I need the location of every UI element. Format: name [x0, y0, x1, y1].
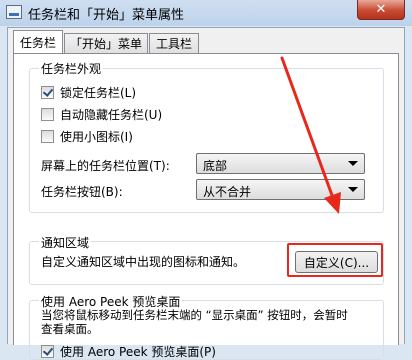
auto-hide-option[interactable]: 自动隐藏任务栏(U): [41, 106, 162, 123]
taskbar-buttons-value: 从不合并: [203, 185, 252, 199]
taskbar-appearance-title: 任务栏外观: [39, 60, 104, 77]
aero-peek-label: 使用 Aero Peek 预览桌面(P): [60, 345, 216, 359]
annotation-highlight-box: [287, 243, 383, 277]
lock-taskbar-checkbox[interactable]: [41, 86, 54, 99]
small-icons-option[interactable]: 使用小图标(I): [41, 128, 133, 145]
aero-peek-option[interactable]: 使用 Aero Peek 预览桌面(P): [41, 343, 216, 360]
notification-area-description: 自定义通知区域中出现的图标和通知。: [41, 255, 246, 269]
window-icon: [6, 5, 22, 19]
title-bar: 任务栏和「开始」菜单属性 ✕: [0, 0, 412, 26]
dialog-body: 任务栏 「开始」菜单 工具栏 任务栏外观 锁定任务栏(L) 自动隐藏任务栏(U)…: [7, 27, 405, 360]
aero-peek-description-line2: 查看桌面。: [41, 322, 99, 336]
auto-hide-checkbox[interactable]: [41, 108, 54, 121]
chevron-down-icon: [348, 161, 358, 166]
window-title: 任务栏和「开始」菜单属性: [28, 8, 185, 23]
taskbar-location-label: 屏幕上的任务栏位置(T):: [41, 159, 170, 173]
chevron-down-icon: [348, 187, 358, 192]
auto-hide-label: 自动隐藏任务栏(U): [60, 108, 163, 122]
tab-panel: 任务栏外观 锁定任务栏(L) 自动隐藏任务栏(U) 使用小图标(I) 屏幕上的任…: [13, 53, 399, 360]
small-icons-label: 使用小图标(I): [60, 130, 133, 144]
taskbar-buttons-label: 任务栏按钮(B):: [41, 185, 123, 199]
tab-start-menu[interactable]: 「开始」菜单: [64, 33, 148, 53]
small-icons-checkbox[interactable]: [41, 130, 54, 143]
aero-peek-checkbox[interactable]: [41, 345, 54, 358]
close-button[interactable]: ✕: [357, 0, 405, 20]
taskbar-location-select[interactable]: 底部: [196, 153, 365, 174]
lock-taskbar-label: 锁定任务栏(L): [60, 86, 137, 100]
tab-taskbar[interactable]: 任务栏: [13, 30, 63, 53]
taskbar-location-value: 底部: [203, 159, 228, 173]
tab-toolbars[interactable]: 工具栏: [149, 33, 199, 53]
lock-taskbar-option[interactable]: 锁定任务栏(L): [41, 84, 136, 101]
notification-area-title: 通知区域: [39, 234, 92, 251]
taskbar-buttons-select[interactable]: 从不合并: [196, 179, 365, 200]
